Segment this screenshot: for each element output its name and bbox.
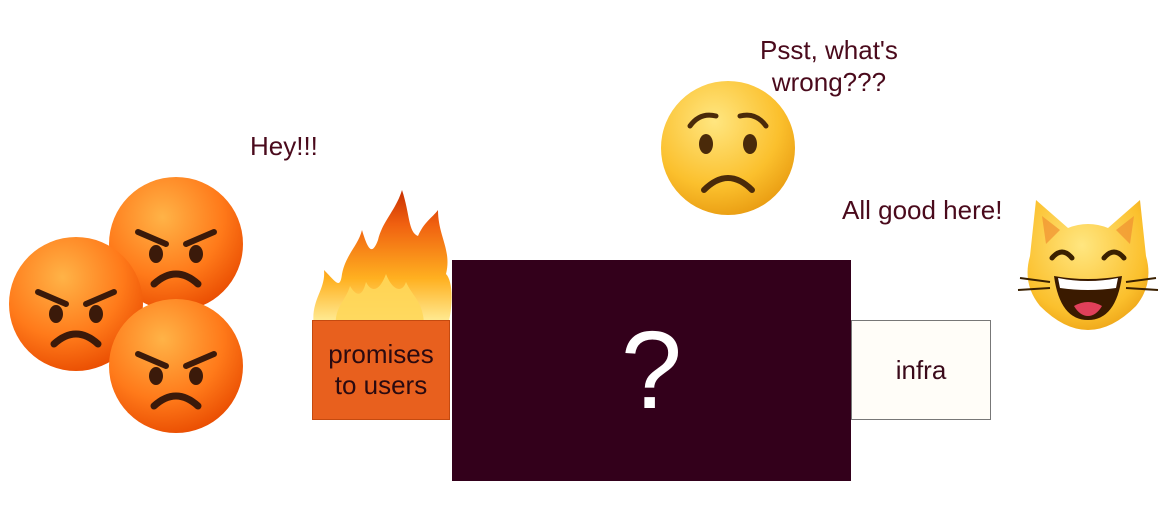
promises-label-line1: promises: [328, 339, 434, 369]
promises-label-line2: to users: [334, 370, 428, 400]
speech-psst-line1: Psst, what's: [760, 35, 898, 65]
fire-icon: [313, 190, 452, 326]
angry-face-icon: [109, 299, 243, 433]
speech-hey: Hey!!!: [250, 131, 318, 161]
speech-psst-line2: wrong???: [771, 67, 887, 97]
promises-to-users-box: promises to users: [312, 320, 450, 420]
question-mark: ?: [620, 308, 683, 432]
speech-all-good: All good here!: [842, 195, 1003, 225]
infra-label: infra: [895, 354, 947, 385]
infra-box: infra: [851, 320, 991, 420]
grinning-cat-icon: [1017, 200, 1159, 330]
worried-face-icon: [661, 81, 795, 215]
mystery-box: ?: [452, 260, 851, 481]
speech-psst: Psst, what's wrong???: [760, 34, 898, 98]
